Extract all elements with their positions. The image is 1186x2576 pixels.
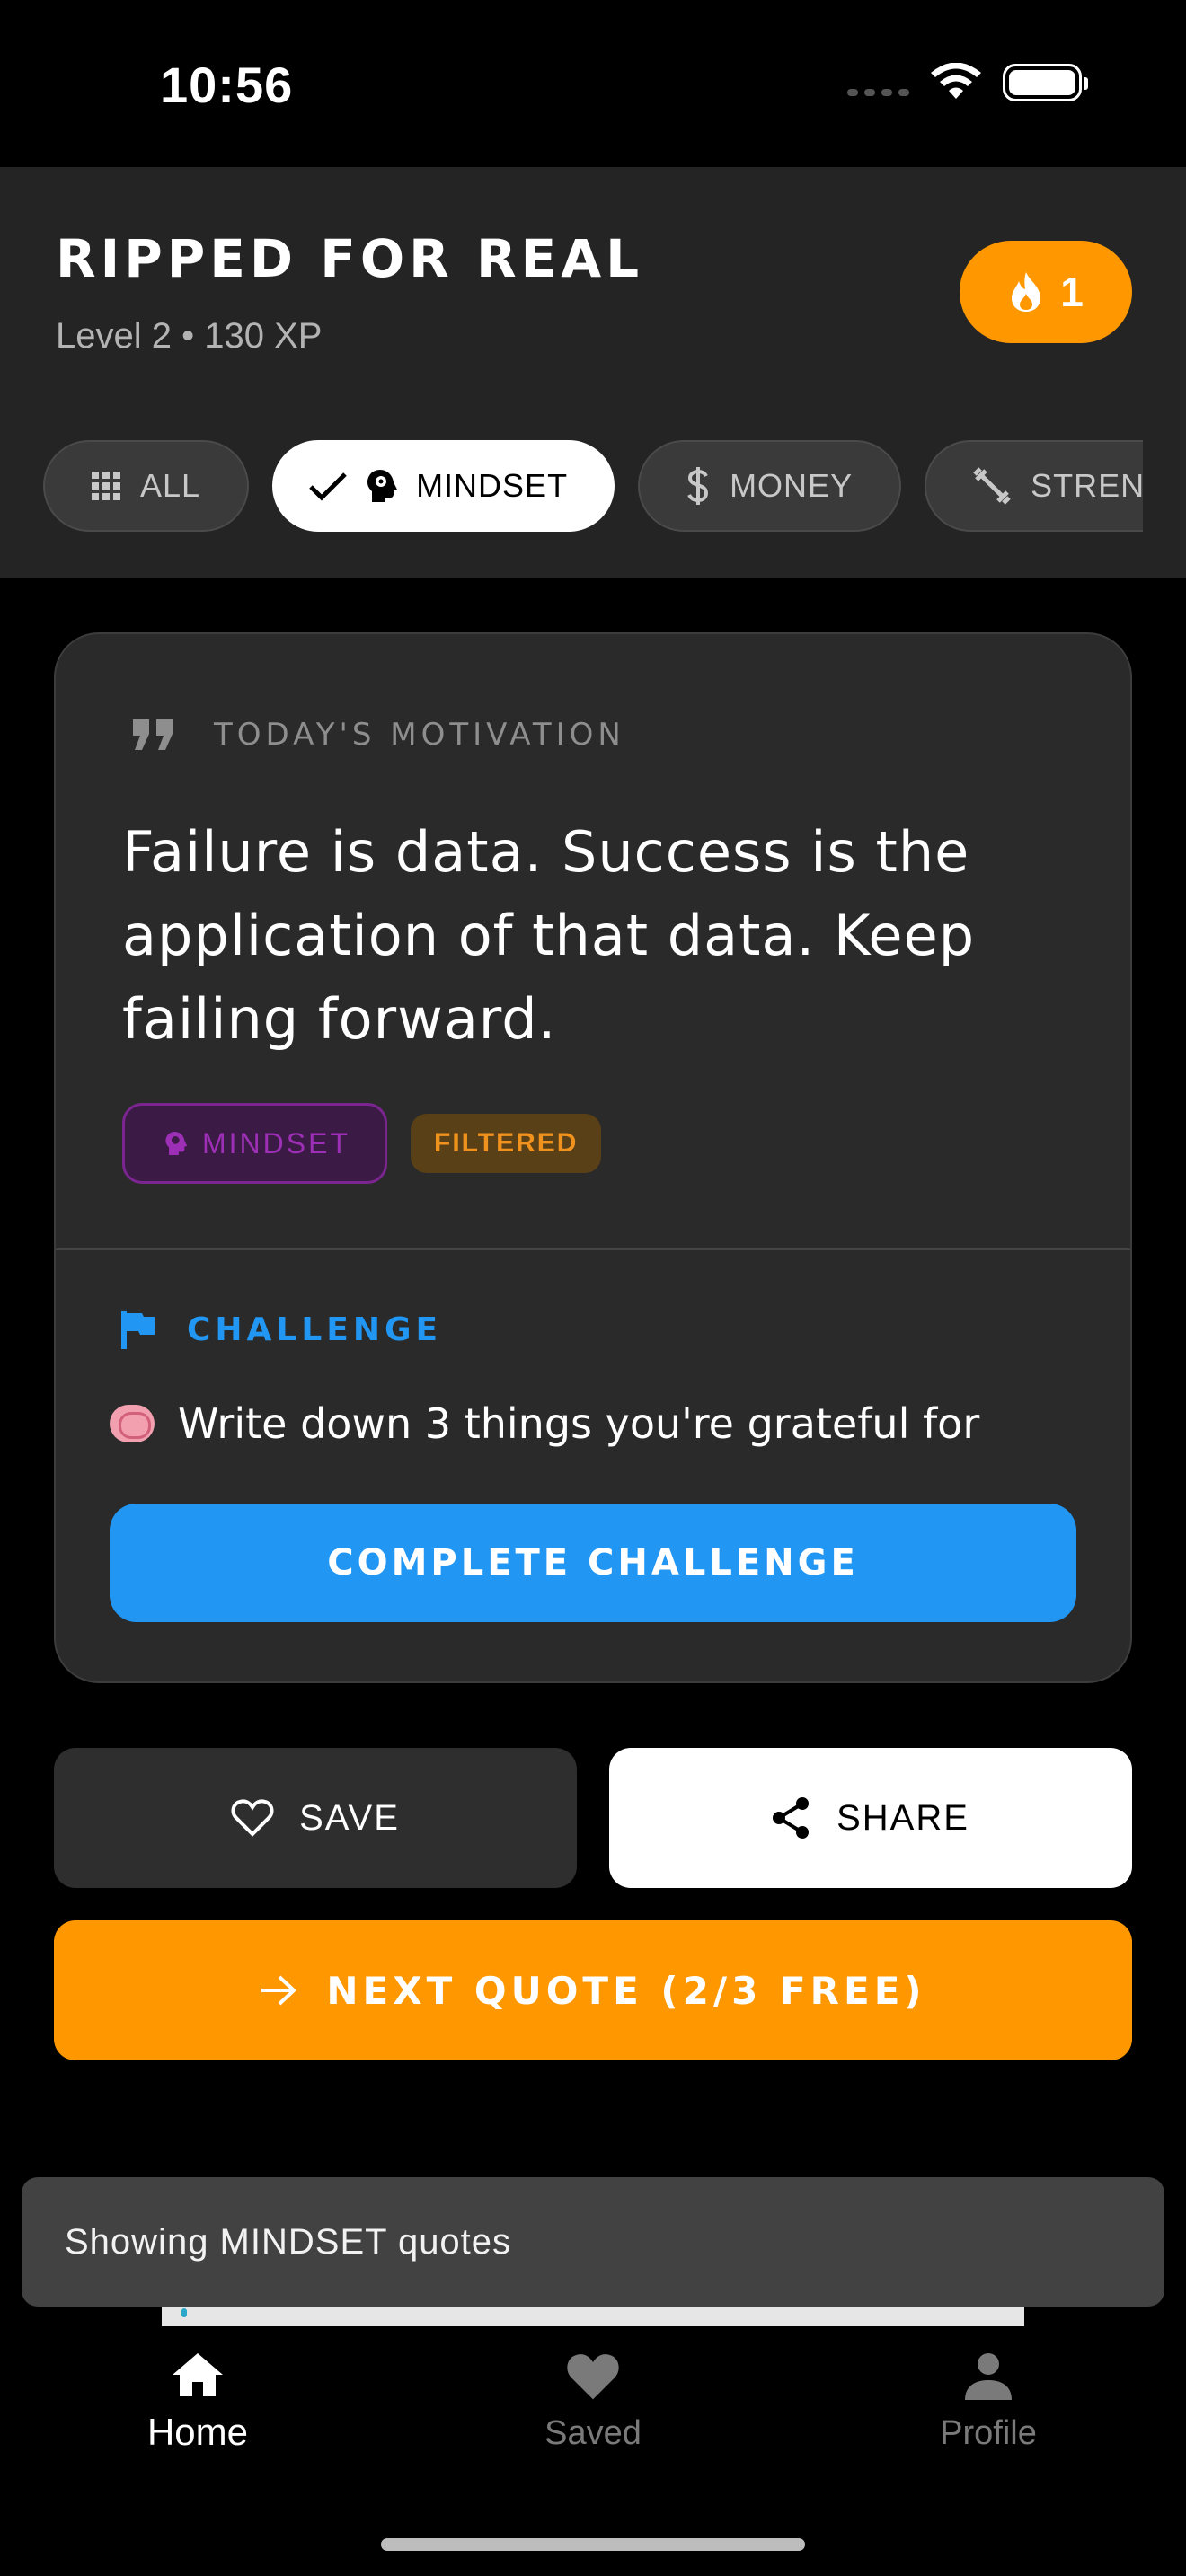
quote-card: TODAY'S MOTIVATION Failure is data. Succ…	[54, 632, 1132, 1683]
nav-profile[interactable]: Profile	[854, 2351, 1123, 2453]
grid-icon	[92, 472, 120, 500]
chip-all[interactable]: ALL	[43, 440, 250, 532]
home-indicator[interactable]	[381, 2538, 805, 2551]
wifi-icon	[931, 63, 981, 99]
app-title: RIPPED FOR REAL	[56, 228, 644, 289]
next-quote-label: NEXT QUOTE (2/3 FREE)	[326, 1968, 926, 2013]
challenge-header: CHALLENGE	[120, 1310, 442, 1349]
nav-home[interactable]: Home	[63, 2351, 332, 2454]
share-icon	[773, 1797, 810, 1839]
heart-outline-icon	[231, 1799, 274, 1837]
brain-emoji-icon	[110, 1405, 155, 1442]
category-filter-chips: ALL MINDSET MONEY STRENGTH	[43, 440, 1143, 534]
brain-head-icon	[367, 470, 398, 502]
battery-icon	[1003, 64, 1088, 101]
chip-strength[interactable]: STRENGTH	[925, 440, 1143, 532]
fire-icon	[1012, 272, 1041, 312]
status-bar: 10:56	[0, 0, 1186, 167]
category-tag: MINDSET	[122, 1103, 387, 1184]
card-label-text: TODAY'S MOTIVATION	[214, 717, 625, 753]
share-button[interactable]: SHARE	[609, 1748, 1132, 1888]
nav-profile-label: Profile	[940, 2414, 1037, 2452]
heart-icon	[567, 2354, 619, 2400]
challenge-label-text: CHALLENGE	[187, 1310, 443, 1348]
checkmark-icon	[309, 472, 347, 501]
chip-money[interactable]: MONEY	[638, 440, 902, 532]
level-xp-text: Level 2 • 130 XP	[56, 316, 323, 356]
nav-saved[interactable]: Saved	[458, 2351, 728, 2453]
cellular-signal-icon	[847, 89, 909, 96]
snackbar: Showing MINDSET quotes	[22, 2177, 1164, 2307]
streak-badge[interactable]: 1	[960, 241, 1132, 343]
card-divider	[56, 1248, 1130, 1250]
save-label: SAVE	[299, 1797, 400, 1838]
complete-challenge-button[interactable]: COMPLETE CHALLENGE	[110, 1504, 1076, 1622]
save-button[interactable]: SAVE	[54, 1748, 577, 1888]
quote-icon	[133, 719, 173, 750]
home-icon	[173, 2353, 223, 2396]
chip-label: ALL	[140, 467, 201, 504]
share-label: SHARE	[836, 1797, 969, 1838]
snackbar-message: Showing MINDSET quotes	[65, 2221, 512, 2262]
next-quote-button[interactable]: NEXT QUOTE (2/3 FREE)	[54, 1920, 1132, 2060]
quote-tags: MINDSET FILTERED	[122, 1103, 602, 1184]
status-time: 10:56	[160, 57, 294, 113]
challenge-text: Write down 3 things you're grateful for	[178, 1399, 980, 1448]
chip-label: STRENGTH	[1031, 467, 1143, 504]
dumbbell-icon	[973, 467, 1011, 505]
dollar-icon	[687, 467, 709, 505]
person-icon	[965, 2353, 1012, 2400]
flag-icon	[121, 1311, 155, 1349]
nav-saved-label: Saved	[544, 2414, 642, 2452]
filtered-badge: FILTERED	[411, 1114, 602, 1173]
chip-mindset[interactable]: MINDSET	[272, 440, 615, 532]
challenge-description: Write down 3 things you're grateful for	[110, 1399, 979, 1448]
category-tag-label: MINDSET	[202, 1126, 350, 1160]
chip-label: MINDSET	[416, 467, 569, 504]
status-icons	[847, 63, 1088, 102]
nav-home-label: Home	[146, 2411, 249, 2453]
quote-text: Failure is data. Success is the applicat…	[122, 819, 976, 1052]
brain-head-icon	[165, 1132, 188, 1155]
app-header: RIPPED FOR REAL Level 2 • 130 XP 1 ALL M…	[0, 167, 1186, 578]
chip-label: MONEY	[730, 467, 854, 504]
arrow-right-icon	[261, 1975, 297, 2006]
card-header: TODAY'S MOTIVATION	[133, 717, 625, 753]
streak-count: 1	[1060, 269, 1084, 315]
